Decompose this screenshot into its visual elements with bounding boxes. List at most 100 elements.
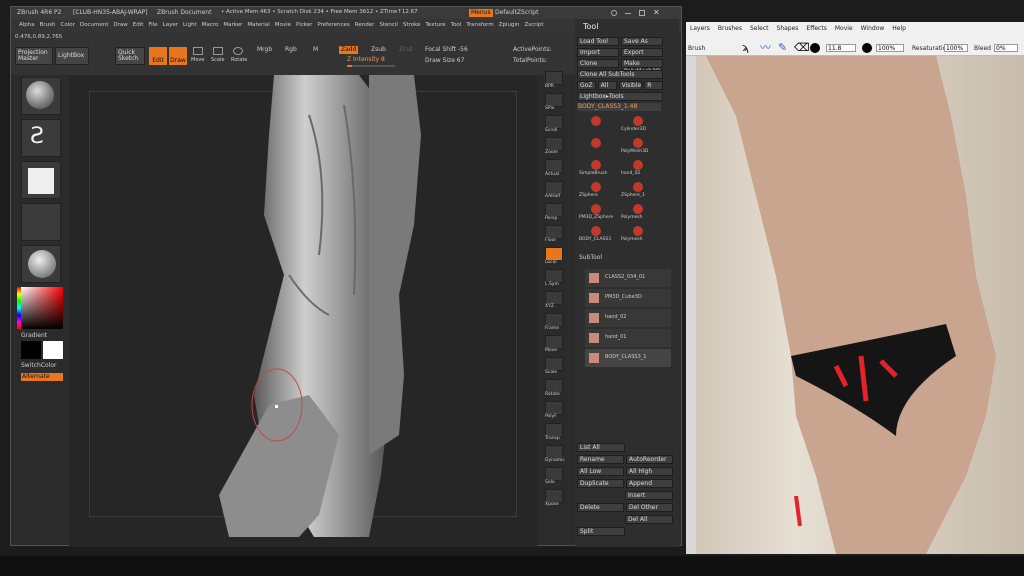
lightbox-button[interactable]: LightBox: [55, 47, 89, 65]
menu-item[interactable]: Picker: [296, 22, 312, 29]
move-button[interactable]: Move: [191, 58, 204, 63]
menu-item[interactable]: Edit: [133, 22, 144, 29]
tool-thumb[interactable]: [577, 137, 617, 157]
alternate-button[interactable]: Alternate: [21, 373, 63, 381]
reference-menu-item[interactable]: Help: [892, 26, 906, 32]
minimize-icon[interactable]: [625, 13, 631, 14]
menu-item[interactable]: Movie: [275, 22, 291, 29]
menu-item[interactable]: Alpha: [19, 22, 35, 29]
focal-shift-slider[interactable]: Focal Shift -56: [425, 47, 468, 53]
tool-thumb[interactable]: PolyMesh3D: [619, 137, 659, 157]
brush-tool-icon[interactable]: ϡ: [742, 42, 749, 53]
tool-button[interactable]: Import: [577, 48, 619, 57]
tool-thumb[interactable]: hand_02: [619, 159, 659, 179]
tool-button[interactable]: Lightbox▸Tools: [577, 92, 663, 101]
subtool-action-button[interactable]: Del All: [625, 515, 673, 524]
gradient-label[interactable]: Gradient: [21, 333, 47, 339]
menu-item[interactable]: Macro: [202, 22, 219, 29]
hue-strip[interactable]: [17, 287, 21, 329]
rotate-button[interactable]: Rotate: [231, 58, 247, 63]
shelf-button[interactable]: Local: [543, 247, 565, 267]
projection-master-button[interactable]: Projection Master: [15, 47, 53, 65]
menu-item[interactable]: Texture: [426, 22, 446, 29]
switch-color-button[interactable]: SwitchColor: [21, 363, 57, 369]
menu-item[interactable]: Draw: [113, 22, 127, 29]
shelf-button[interactable]: L.Sym: [543, 269, 565, 289]
tool-button[interactable]: Load Tool: [577, 37, 619, 46]
tool-thumb[interactable]: SimpleBrush: [577, 159, 617, 179]
menu-item[interactable]: Render: [355, 22, 375, 29]
menu-item[interactable]: Marker: [223, 22, 242, 29]
reference-menu-item[interactable]: Window: [861, 26, 885, 32]
shelf-button[interactable]: Frame: [543, 313, 565, 333]
document-canvas[interactable]: [69, 75, 537, 547]
reference-menu-item[interactable]: Layers: [690, 26, 710, 32]
shelf-button[interactable]: Move: [543, 335, 565, 355]
zsub-button[interactable]: Zsub: [371, 47, 386, 53]
alpha-thumb[interactable]: [21, 161, 61, 199]
tool-thumb[interactable]: ZSphere: [577, 181, 617, 201]
subtool-title[interactable]: SubTool: [579, 255, 602, 261]
reference-menu-item[interactable]: Movie: [835, 26, 853, 32]
scale-button[interactable]: Scale: [211, 58, 224, 63]
shelf-button[interactable]: SPix: [543, 93, 565, 113]
draw-button[interactable]: Draw: [169, 47, 187, 65]
subtool-item[interactable]: PM3D_Cube3D: [585, 289, 671, 307]
shelf-button[interactable]: Transp: [543, 423, 565, 443]
secondary-color-swatch[interactable]: [43, 341, 63, 359]
shelf-button[interactable]: BPR: [543, 71, 565, 91]
shelf-button[interactable]: Actual: [543, 159, 565, 179]
tool-thumb[interactable]: [577, 115, 617, 135]
shelf-button[interactable]: PolyF: [543, 401, 565, 421]
menu-item[interactable]: Stencil: [379, 22, 398, 29]
reference-menu-item[interactable]: Brushes: [718, 26, 742, 32]
menu-item[interactable]: Light: [183, 22, 197, 29]
tool-button[interactable]: Export: [621, 48, 663, 57]
material-thumb[interactable]: [21, 245, 61, 283]
tool-thumb[interactable]: BODY_CLASS3: [577, 225, 617, 245]
subtool-action-button[interactable]: Insert: [625, 491, 673, 500]
subtool-action-button[interactable]: Append: [626, 479, 673, 488]
script-button[interactable]: DefaultZScript: [495, 10, 538, 16]
tool-thumb[interactable]: Cylinder3D: [619, 115, 659, 135]
subtool-action-button[interactable]: [577, 515, 623, 524]
zcut-button[interactable]: Zcut: [399, 47, 413, 53]
reference-menu-item[interactable]: Effects: [806, 26, 826, 32]
tool-button[interactable]: R: [644, 81, 663, 90]
z-intensity-slider[interactable]: Z Intensity 8: [347, 57, 385, 63]
shelf-button[interactable]: Dynamic: [543, 445, 565, 465]
subtool-action-button[interactable]: [627, 527, 673, 536]
subtool-item[interactable]: hand_01: [585, 329, 671, 347]
quick-sketch-button[interactable]: Quick Sketch: [115, 47, 145, 65]
subtool-item[interactable]: BODY_CLASS3_1: [585, 349, 671, 367]
tool-button[interactable]: Visible: [618, 81, 643, 90]
subtool-action-button[interactable]: All Low: [577, 467, 624, 476]
reference-menu-item[interactable]: Select: [750, 26, 769, 32]
tool-button[interactable]: All: [597, 81, 617, 90]
brush-thumb[interactable]: [21, 77, 61, 115]
menu-item[interactable]: Layer: [163, 22, 178, 29]
shelf-button[interactable]: Rotate: [543, 379, 565, 399]
tool-thumb[interactable]: Polymesh: [619, 203, 659, 223]
mrgb-button[interactable]: Mrgb: [257, 47, 272, 53]
shelf-button[interactable]: Persp: [543, 203, 565, 223]
subtool-action-button[interactable]: Duplicate: [577, 479, 624, 488]
draw-size-slider[interactable]: Draw Size 67: [425, 58, 464, 64]
tool-button[interactable]: Clone All SubTools: [577, 70, 663, 79]
menu-item[interactable]: Zplugin: [499, 22, 520, 29]
menu-item[interactable]: Preferences: [317, 22, 349, 29]
shelf-button[interactable]: Scroll: [543, 115, 565, 135]
main-color-swatch[interactable]: [21, 341, 41, 359]
menu-item[interactable]: Transform: [466, 22, 493, 29]
tool-button[interactable]: Save As: [621, 37, 663, 46]
subtool-action-button[interactable]: Delete: [577, 503, 624, 512]
subtool-action-button[interactable]: [577, 491, 623, 500]
bleed-field[interactable]: 0%: [994, 44, 1018, 52]
shelf-button[interactable]: Zoom: [543, 137, 565, 157]
reference-menu-item[interactable]: Shapes: [777, 26, 799, 32]
subtool-item[interactable]: CLASS2_034_01: [585, 269, 671, 287]
reference-photo[interactable]: [696, 56, 1024, 554]
edit-button[interactable]: Edit: [149, 47, 167, 65]
menu-item[interactable]: Document: [80, 22, 109, 29]
color-picker[interactable]: [21, 287, 63, 329]
